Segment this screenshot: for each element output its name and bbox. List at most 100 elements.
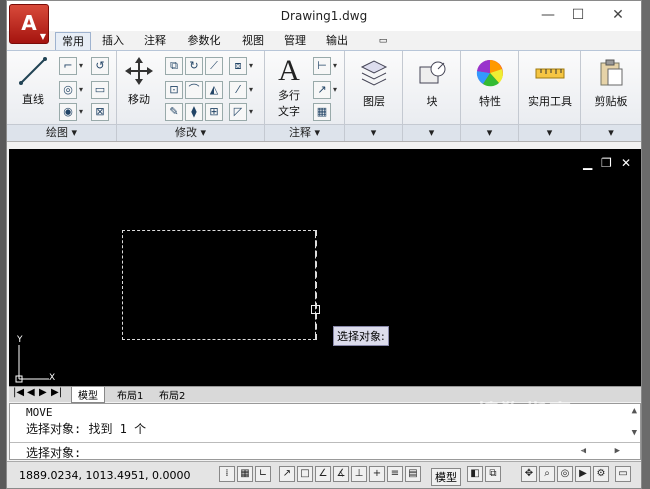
chevron-down-icon[interactable]: ▾: [249, 107, 253, 116]
tab-model[interactable]: 模型: [71, 387, 105, 403]
chevron-down-icon[interactable]: ▾: [249, 85, 253, 94]
model-space-toggle[interactable]: 模型: [431, 468, 461, 486]
next-layout-icon[interactable]: ▶: [39, 387, 47, 398]
scale-icon[interactable]: ✎: [165, 103, 183, 121]
circle-icon[interactable]: ◎: [59, 81, 77, 99]
rotate-icon[interactable]: ↻: [185, 57, 203, 75]
utilities-expand-icon[interactable]: ▾: [519, 124, 580, 141]
line-button[interactable]: 直线: [13, 55, 53, 107]
clipboard-expand-icon[interactable]: ▾: [581, 124, 641, 141]
chevron-down-icon[interactable]: ▾: [333, 85, 337, 94]
ducs-icon[interactable]: ⊥: [351, 466, 367, 482]
dynamic-input-icon[interactable]: +: [369, 466, 385, 482]
lineweight-icon[interactable]: ≡: [387, 466, 403, 482]
chevron-down-icon[interactable]: ▾: [333, 61, 337, 70]
ribbon-toggle-icon[interactable]: ▭: [373, 32, 393, 50]
chamfer-icon[interactable]: ◸: [229, 103, 247, 121]
draw-panel-label[interactable]: 绘图 ▾: [7, 124, 116, 141]
maximize-button[interactable]: ☐: [563, 7, 593, 23]
first-layout-icon[interactable]: |◀: [13, 387, 24, 398]
viewport-close-icon[interactable]: ✕: [621, 156, 631, 170]
crosshair-pickbox: [311, 305, 320, 314]
drawing-canvas[interactable]: ▁ ❐ ✕ 选择对象: Y X: [9, 149, 641, 401]
erase-icon[interactable]: ⧈: [229, 57, 247, 75]
workspace-switch-icon[interactable]: ⚙: [593, 466, 609, 482]
object-snap-icon[interactable]: □: [297, 466, 313, 482]
dimension-icon[interactable]: ⊢: [313, 57, 331, 75]
scroll-down-icon[interactable]: ▼: [632, 428, 637, 438]
polyline-icon[interactable]: ⌐: [59, 57, 77, 75]
ortho-mode-icon[interactable]: ∟: [255, 466, 271, 482]
viewport-restore-icon[interactable]: ❐: [601, 156, 612, 170]
chevron-down-icon[interactable]: ▾: [79, 107, 83, 116]
minimize-button[interactable]: —: [533, 7, 563, 23]
hatch-icon[interactable]: ⊠: [91, 103, 109, 121]
fillet-icon[interactable]: ⌒: [185, 81, 203, 99]
scroll-up-icon[interactable]: ▲: [632, 406, 637, 416]
3d-osnap-icon[interactable]: ∠: [315, 466, 331, 482]
last-layout-icon[interactable]: ▶|: [51, 387, 62, 398]
ellipse-icon[interactable]: ◉: [59, 103, 77, 121]
grid-display-icon[interactable]: ▦: [237, 466, 253, 482]
tab-annotate[interactable]: 注释: [137, 32, 173, 50]
prev-layout-icon[interactable]: ◀: [27, 387, 35, 398]
explode-icon[interactable]: ⁄: [229, 81, 247, 99]
array-icon[interactable]: ⊞: [205, 103, 223, 121]
tab-parametric[interactable]: 参数化: [179, 32, 229, 50]
properties-button[interactable]: 特性: [469, 57, 511, 109]
tab-manage[interactable]: 管理: [277, 32, 313, 50]
chevron-down-icon[interactable]: ▾: [79, 85, 83, 94]
scroll-right-icon[interactable]: ▶: [615, 446, 620, 456]
application-menu-button[interactable]: A ▼: [9, 4, 49, 44]
mirror-icon[interactable]: ◭: [205, 81, 223, 99]
copy-icon[interactable]: ⧉: [165, 57, 183, 75]
clean-screen-icon[interactable]: ▭: [615, 466, 631, 482]
move-icon: [125, 57, 153, 85]
measure-ruler-icon: [535, 68, 565, 79]
properties-expand-icon[interactable]: ▾: [461, 124, 518, 141]
tab-home[interactable]: 常用: [55, 32, 91, 50]
offset-icon[interactable]: ⧫: [185, 103, 203, 121]
trim-icon[interactable]: ⟋: [205, 57, 223, 75]
zoom-icon[interactable]: ⌕: [539, 466, 555, 482]
selected-rectangle[interactable]: [122, 230, 316, 340]
undo-arc-icon[interactable]: ↺: [91, 57, 109, 75]
ribbon: 直线 ⌐ ▾ ↺ ◎ ▾ ▭ ◉ ▾ ⊠ 绘图 ▾ 移动 ⧉ ↻ ⟋ ⧈ ▾ ⊡…: [7, 50, 641, 142]
tab-view[interactable]: 视图: [235, 32, 271, 50]
multiline-text-button[interactable]: A 多行 文字: [269, 55, 309, 119]
tab-layout2[interactable]: 布局2: [155, 387, 189, 402]
block-expand-icon[interactable]: ▾: [403, 124, 460, 141]
object-snap-tracking-icon[interactable]: ∡: [333, 466, 349, 482]
tab-layout1[interactable]: 布局1: [113, 387, 147, 402]
move-button[interactable]: 移动: [119, 55, 159, 107]
quick-view-drawings-icon[interactable]: ⧉: [485, 466, 501, 482]
polar-tracking-icon[interactable]: ↗: [279, 466, 295, 482]
viewport-minimize-icon[interactable]: ▁: [583, 156, 592, 170]
draw-panel: 直线 ⌐ ▾ ↺ ◎ ▾ ▭ ◉ ▾ ⊠ 绘图 ▾: [7, 51, 117, 141]
clipboard-label: 剪贴板: [594, 95, 628, 108]
block-button[interactable]: 块: [411, 57, 453, 109]
layers-expand-icon[interactable]: ▾: [345, 124, 402, 141]
selected-line-edge[interactable]: [315, 230, 317, 340]
close-button[interactable]: ✕: [603, 7, 633, 23]
table-icon[interactable]: ▦: [313, 103, 331, 121]
chevron-down-icon[interactable]: ▾: [79, 61, 83, 70]
steering-wheel-icon[interactable]: ◎: [557, 466, 573, 482]
modify-panel-label[interactable]: 修改 ▾: [117, 124, 264, 141]
stretch-icon[interactable]: ⊡: [165, 81, 183, 99]
rectangle-icon[interactable]: ▭: [91, 81, 109, 99]
utilities-button[interactable]: 实用工具: [523, 57, 577, 109]
quick-properties-icon[interactable]: ▤: [405, 466, 421, 482]
layers-button[interactable]: 图层: [353, 57, 395, 109]
chevron-down-icon[interactable]: ▾: [249, 61, 253, 70]
clipboard-button[interactable]: 剪贴板: [587, 57, 635, 109]
tab-insert[interactable]: 插入: [95, 32, 131, 50]
showmotion-icon[interactable]: ▶: [575, 466, 591, 482]
pan-icon[interactable]: ✥: [521, 466, 537, 482]
annotation-panel-label[interactable]: 注释 ▾: [265, 124, 344, 141]
quick-view-layouts-icon[interactable]: ◧: [467, 466, 483, 482]
tab-output[interactable]: 输出: [319, 32, 355, 50]
leader-icon[interactable]: ↗: [313, 81, 331, 99]
command-prompt[interactable]: 选择对象:: [26, 444, 81, 461]
snap-mode-icon[interactable]: ⁞: [219, 466, 235, 482]
